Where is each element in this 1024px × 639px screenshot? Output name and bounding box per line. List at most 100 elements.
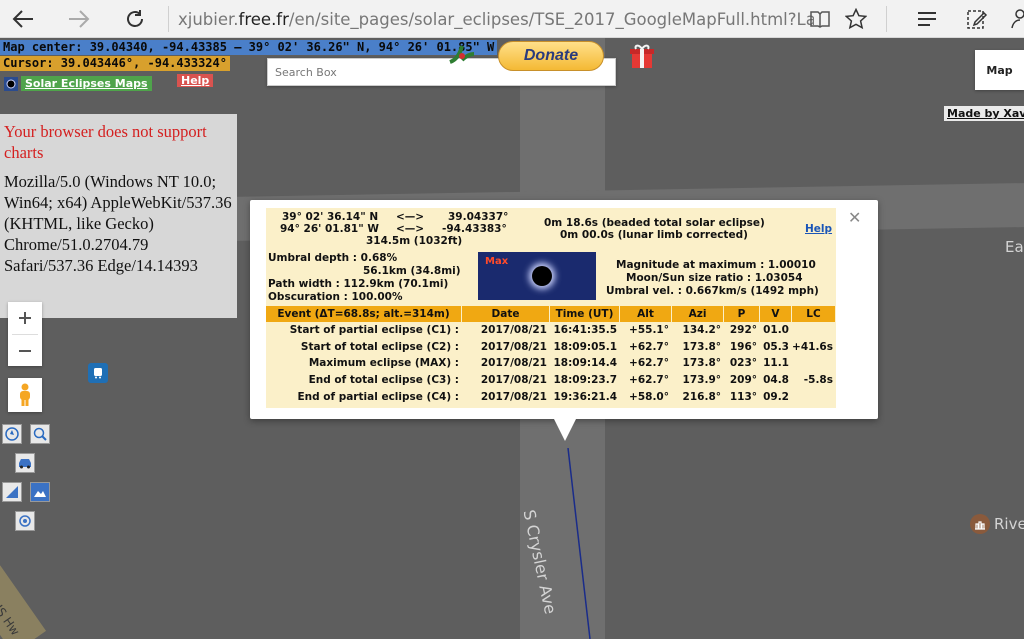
col-lc: LC [792,306,836,322]
minus-icon [19,349,31,352]
cell-azi: 134.2° [682,324,721,337]
col-time: Time (UT) [550,306,620,322]
gift-icon[interactable] [628,42,656,74]
compass-button[interactable] [2,424,22,444]
hub-menu-icon[interactable] [912,0,942,38]
url-path: /en/site_pages/solar_eclipses/TSE_2017_G… [288,9,814,29]
bus-stop-icon[interactable] [88,363,108,383]
popup-help-link[interactable]: Help [805,223,832,236]
zoom-out-button[interactable] [8,335,42,366]
cell-v: 05.3 [763,340,789,353]
cell-v: 01.0 [763,324,789,337]
toolbar-divider [168,6,169,32]
table-row: End of partial eclipse (C4) : 2017/08/21… [266,388,836,405]
map-type-button[interactable]: Map [975,50,1024,90]
umbral-depth-km: 56.1km (34.8mi) [363,265,461,277]
cell-alt: +62.7° [629,374,669,387]
cell-alt: +55.1° [629,324,669,337]
share-icon[interactable] [1008,0,1024,38]
solar-eclipses-maps-label: Solar Eclipses Maps [21,76,152,91]
table-header-row: Event (ΔT=68.8s; alt.=314m) Date Time (U… [266,306,836,322]
elevation-icon [6,486,18,498]
toolbar-divider-2 [886,6,887,32]
donate-button[interactable]: Donate [498,41,604,71]
map-center-readout: Map center: 39.04340, -94.43385 — 39° 02… [0,40,498,55]
cell-p: 113° [729,390,757,403]
size-ratio: Moon/Sun size ratio : 1.03054 [626,272,803,284]
elevation: 314.5m (1032ft) [366,235,463,247]
cell-alt: +62.7° [629,357,669,370]
cell-lc [792,388,836,405]
map-canvas[interactable]: S Crysler Ave Ea US Hw Rive Map center: … [0,38,1024,639]
path-width: Path width : 112.9km (70.1mi) [268,278,449,290]
poi-label: Rive [994,515,1024,533]
locate-button[interactable] [15,511,35,531]
obscuration: Obscuration : 100.00% [268,291,403,303]
cell-p: 292° [729,324,757,337]
cell-alt: +62.7° [629,340,669,353]
zoom-in-button[interactable] [8,302,42,334]
mountain-icon [34,491,46,497]
cell-p: 023° [729,357,757,370]
holly-icon [446,40,476,74]
close-icon[interactable]: ✕ [848,208,861,227]
street-view-button[interactable] [8,378,42,412]
col-alt: Alt [620,306,672,322]
web-note-icon[interactable] [962,0,992,38]
cell-date: 2017/08/21 [480,357,547,370]
refresh-icon[interactable] [120,0,150,38]
cell-v: 04.8 [763,374,789,387]
eclipse-info-panel: 39° 02' 36.14" N <—> 39.04337° 94° 26' 0… [266,208,836,408]
elevation-button[interactable] [2,482,22,502]
user-agent-text: Mozilla/5.0 (Windows NT 10.0; Win64; x64… [4,172,232,275]
cell-azi: 173.8° [682,340,721,353]
col-date: Date [462,306,550,322]
forward-icon[interactable] [64,0,94,38]
umbral-depth: Umbral depth : 0.68% [268,252,398,264]
route-line [567,448,591,639]
cell-date: 2017/08/21 [480,324,547,337]
cell-date: 2017/08/21 [480,390,547,403]
address-bar[interactable]: xjubier. free.fr/en/site_pages/solar_ecli… [178,0,814,38]
eclipsed-sun-icon [532,266,552,286]
cell-azi: 173.8° [682,357,721,370]
terrain-button[interactable] [30,482,50,502]
poi-marker[interactable]: Rive [970,514,1024,534]
pegman-icon [20,383,30,406]
reading-view-icon[interactable] [806,0,834,38]
duration-limb: 0m 00.0s (lunar limb corrected) [560,229,748,241]
cell-time: 19:36:21.4 [553,390,617,403]
cell-azi: 173.9° [682,374,721,387]
cell-time: 18:09:14.4 [553,357,617,370]
max-eclipse-image: Max [478,252,596,300]
popup-tail [554,419,576,441]
help-link[interactable]: Help [177,74,214,87]
zoom-area-button[interactable] [30,424,50,444]
table-row: Start of partial eclipse (C1) : 2017/08/… [266,322,836,339]
cell-lc [792,355,836,372]
poi-icon [970,514,990,534]
col-azi: Azi [672,306,724,322]
solar-eclipses-maps-link[interactable]: Solar Eclipses Maps [4,76,152,91]
driving-button[interactable] [15,453,35,473]
cell-lc [792,322,836,339]
cell-lc: -5.8s [803,374,833,387]
cell-time: 18:09:05.1 [553,340,617,353]
eclipse-logo-icon [4,76,18,91]
max-label: Max [485,256,509,267]
cell-time: 18:09:23.7 [553,374,617,387]
eclipse-events-table: Event (ΔT=68.8s; alt.=314m) Date Time (U… [266,306,836,405]
locate-icon [19,515,31,527]
magnifier-icon [33,427,47,441]
browser-toolbar: xjubier. free.fr/en/site_pages/solar_ecli… [0,0,1024,38]
cursor-readout: Cursor: 39.043446°, -94.433324° [0,56,230,71]
plus-icon [19,312,31,324]
col-event: Event (ΔT=68.8s; alt.=314m) [266,306,462,322]
made-by-link[interactable]: Made by Xavi [944,106,1024,121]
umbral-velocity: Umbral vel. : 0.667km/s (1492 mph) [606,285,819,297]
car-icon [19,459,31,469]
back-icon[interactable] [8,0,38,38]
magnitude: Magnitude at maximum : 1.00010 [616,259,816,271]
lon-dms: 94° 26' 01.81" W [280,223,379,235]
favorite-star-icon[interactable] [842,0,870,38]
